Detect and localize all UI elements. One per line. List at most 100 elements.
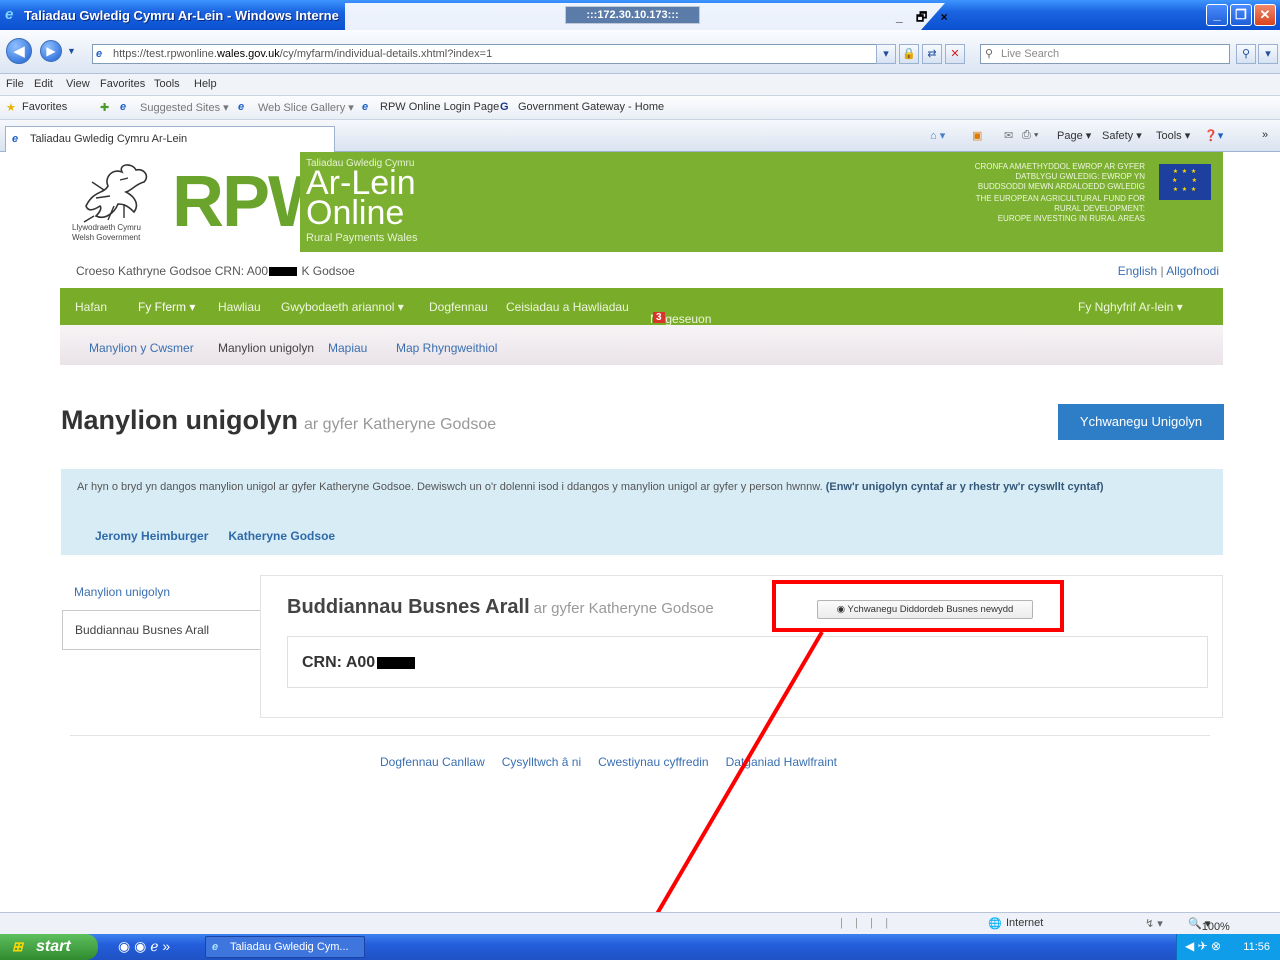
page-menu[interactable]: Page ▾ <box>1057 129 1091 142</box>
zoom-level[interactable]: 🔍 100% ▾ <box>1188 917 1230 933</box>
page-icon: e <box>96 48 103 60</box>
start-button[interactable]: ⊞ start <box>0 934 98 960</box>
tray-icons[interactable]: ◀ ✈ ⊗ <box>1185 939 1221 953</box>
address-dropdown-icon[interactable]: ▾ <box>876 44 896 64</box>
address-bar[interactable]: e https://test.rpwonline.wales.gov.uk/cy… <box>92 44 892 64</box>
ie-page-icon: e <box>362 101 369 113</box>
clock: 11:56 <box>1243 941 1270 953</box>
add-favorite-icon[interactable]: ✚ <box>100 101 109 114</box>
menu-edit[interactable]: Edit <box>34 78 53 90</box>
search-input[interactable]: ⚲ Live Search <box>980 44 1230 64</box>
forward-button[interactable]: ▶ <box>40 40 62 62</box>
protected-mode-icon[interactable]: ↯ ▾ <box>1145 917 1163 930</box>
stop-icon[interactable]: ✕ <box>945 44 965 64</box>
nav-dogfennau[interactable]: Dogfennau <box>429 300 488 314</box>
tools-menu[interactable]: Tools ▾ <box>1156 129 1190 142</box>
back-button[interactable]: ◀ <box>6 38 32 64</box>
side-item-manylion-unigolyn[interactable]: Manylion unigolyn <box>62 580 260 610</box>
menu-help[interactable]: Help <box>194 78 217 90</box>
windows-flag-icon: ⊞ <box>12 939 23 954</box>
favorites-star-icon: ★ <box>6 102 16 114</box>
ie-page-icon: e <box>238 101 245 113</box>
fav-rpw-login[interactable]: RPW Online Login Page <box>380 101 499 113</box>
print-icon[interactable]: ⎙ ▾ <box>1022 129 1038 142</box>
crn-text: CRN: A00 <box>302 654 376 671</box>
gov-name-en: Welsh Government <box>72 233 141 242</box>
taskbar-ie-label: Taliadau Gwledig Cym... <box>230 941 349 953</box>
footer-cysylltwch[interactable]: Cysylltwch â ni <box>502 755 581 769</box>
search-go-icon[interactable]: ⚲ <box>1236 44 1256 64</box>
menu-file[interactable]: File <box>6 78 24 90</box>
history-dropdown-icon[interactable]: ▼ <box>67 46 76 56</box>
english-link[interactable]: English <box>1118 264 1157 278</box>
subnav-manylion-unigolyn[interactable]: Manylion unigolyn <box>218 341 314 355</box>
subnav-manylion-cwsmer[interactable]: Manylion y Cwsmer <box>89 341 194 355</box>
zoom-value: 100% <box>1201 921 1230 933</box>
nav-my-account[interactable]: Fy Nghyfrif Ar-lein ▾ <box>1078 300 1183 314</box>
remote-window-controls[interactable]: _ 🗗 × <box>896 8 953 29</box>
help-icon[interactable]: ❓▾ <box>1204 129 1223 142</box>
remote-address-tag: :::172.30.10.173::: <box>565 6 700 24</box>
quick-launch-icons[interactable]: ◉ ◉ ℯ » <box>118 938 170 955</box>
nav-gwybodaeth-ariannol[interactable]: Gwybodaeth ariannol ▾ <box>281 300 404 314</box>
ie-page-icon: e <box>120 101 127 113</box>
taskbar-ie-icon: e <box>212 941 219 953</box>
system-tray: ◀ ✈ ⊗ 11:56 <box>1176 934 1280 960</box>
menu-favorites[interactable]: Favorites <box>100 78 145 90</box>
search-options-icon[interactable]: ▾ <box>1258 44 1278 64</box>
welcome-line: Croeso Kathryne Godsoe CRN: A00 K Godsoe <box>76 264 355 278</box>
ie-logo-icon: e <box>5 6 14 23</box>
menu-tools[interactable]: Tools <box>154 78 180 90</box>
nav-ceisiadau[interactable]: Ceisiadau a Hawliadau <box>506 300 629 314</box>
redaction-mark <box>377 656 416 669</box>
nav-hafan[interactable]: Hafan <box>75 300 107 314</box>
windows-taskbar: ⊞ start ◉ ◉ ℯ » e Taliadau Gwledig Cym..… <box>0 934 1280 960</box>
messages-count-badge: 3 <box>653 312 665 323</box>
page-heading: Manylion unigolyn ar gyfer Katheryne Gods… <box>61 405 496 436</box>
fav-suggested-sites[interactable]: Suggested Sites ▾ <box>140 101 229 114</box>
mail-icon[interactable]: ✉ <box>1004 129 1013 142</box>
window-titlebar: e Taliadau Gwledig Cymru Ar-Lein - Windo… <box>0 0 1280 30</box>
info-text: Ar hyn o bryd yn dangos manylion unigol … <box>77 480 1187 495</box>
refresh-icon[interactable]: ⇄ <box>922 44 942 64</box>
lock-icon[interactable]: 🔒 <box>899 44 919 64</box>
favorites-button[interactable]: Favorites <box>22 101 67 113</box>
subnav-map-rhyngweithiol[interactable]: Map Rhyngweithiol <box>396 341 497 355</box>
more-commands-icon[interactable]: » <box>1262 129 1268 141</box>
logout-link[interactable]: Allgofnodi <box>1166 264 1219 278</box>
gov-gateway-icon: G <box>500 101 509 113</box>
side-item-buddiannau[interactable]: Buddiannau Busnes Arall <box>62 610 260 650</box>
taskbar-ie-window[interactable]: e Taliadau Gwledig Cym... <box>205 936 365 958</box>
redaction-mark <box>269 267 298 277</box>
fav-web-slice-gallery[interactable]: Web Slice Gallery ▾ <box>258 101 354 114</box>
feeds-icon[interactable]: ▣ <box>972 129 982 142</box>
menu-view[interactable]: View <box>66 78 90 90</box>
person-link-jeromy[interactable]: Jeromy Heimburger <box>95 529 208 543</box>
window-title: Taliadau Gwledig Cymru Ar-Lein - Windows… <box>24 8 339 23</box>
minimize-button[interactable]: _ <box>1206 4 1228 26</box>
eu-line: DATBLYGU GWLEDIG: EWROP YN <box>1015 172 1145 181</box>
eu-line: EUROPE INVESTING IN RURAL AREAS <box>997 214 1145 223</box>
eu-line: CRONFA AMAETHYDDOL EWROP AR GYFER <box>974 162 1145 171</box>
tab-bar: e Taliadau Gwledig Cymru Ar-Lein ⌂ ▾ ▣ ✉… <box>0 120 1280 152</box>
separator: | <box>1157 264 1167 278</box>
annotation-arrow <box>628 630 824 960</box>
maximize-button[interactable]: ❐ <box>1230 4 1252 26</box>
fav-government-gateway[interactable]: Government Gateway - Home <box>518 101 664 113</box>
nav-fy-fferm[interactable]: Fy Fferm ▾ <box>138 300 195 314</box>
browser-tab[interactable]: e Taliadau Gwledig Cymru Ar-Lein <box>5 126 335 152</box>
info-bold: (Enw'r unigolyn cyntaf ar y rhestr yw'r … <box>825 481 1104 493</box>
subnav-mapiau[interactable]: Mapiau <box>328 341 367 355</box>
eu-line: BUDDSODDI MEWN ARDALOEDD GWLEDIG <box>977 182 1145 191</box>
info-body: Ar hyn o bryd yn dangos manylion unigol … <box>77 481 823 493</box>
footer-dogfennau-canllaw[interactable]: Dogfennau Canllaw <box>380 755 485 769</box>
close-button[interactable]: ✕ <box>1254 4 1276 26</box>
safety-menu[interactable]: Safety ▾ <box>1102 129 1142 142</box>
url-path: /cy/myfarm/individual-details.xhtml?inde… <box>279 48 493 60</box>
add-individual-button[interactable]: Ychwanegu Unigolyn <box>1058 404 1224 440</box>
person-link-katheryne[interactable]: Katheryne Godsoe <box>228 529 335 543</box>
tab-title: Taliadau Gwledig Cymru Ar-Lein <box>30 133 188 145</box>
nav-hawliau[interactable]: Hawliau <box>218 300 261 314</box>
home-icon[interactable]: ⌂ ▾ <box>930 129 945 142</box>
rpw-green-banner: Taliadau Gwledig Cymru Ar-Lein Online Ru… <box>300 152 1223 252</box>
